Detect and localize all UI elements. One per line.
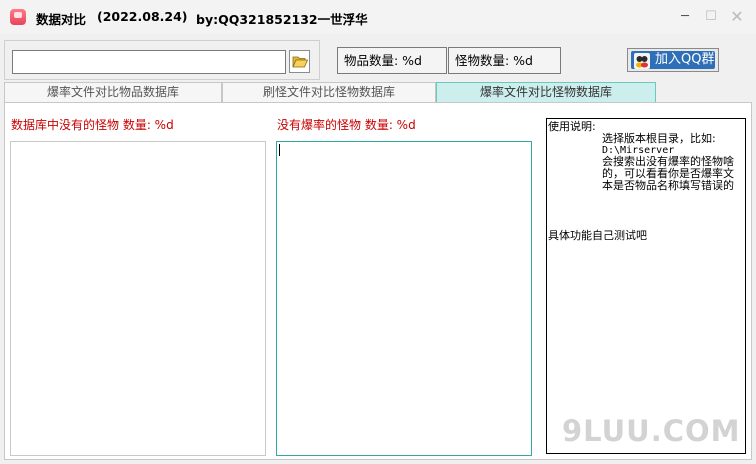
instructions-line: 本是否物品名称填写错误的 [602, 179, 734, 192]
join-qq-group-label: 加入QQ群 [655, 52, 715, 67]
monster-count-display: 怪物数量: %d [448, 47, 561, 74]
tab-drop-vs-item-db[interactable]: 爆率文件对比物品数据库 [4, 82, 222, 102]
instructions-title: 使用说明: [548, 120, 596, 133]
tab-spawn-vs-monster-db[interactable]: 刷怪文件对比怪物数据库 [222, 82, 436, 102]
window-author: by:QQ321852132一世浮华 [196, 12, 368, 27]
no-drop-monsters-list[interactable] [276, 141, 532, 456]
window-date: (2022.08.24) [97, 9, 188, 24]
folder-open-icon [292, 56, 308, 68]
join-qq-group-button[interactable]: 加入QQ群 [627, 48, 719, 72]
app-icon [10, 9, 26, 25]
qq-group-icon [634, 53, 650, 69]
instructions-box[interactable]: 使用说明: 选择版本根目录，比如: D:\Mirserver 会搜索出没有爆率的… [546, 118, 746, 454]
watermark: 9LUU.COM [562, 414, 741, 448]
browse-folder-button[interactable] [289, 50, 310, 73]
maximize-button[interactable]: ☐ [700, 6, 722, 28]
missing-monsters-list[interactable] [10, 141, 266, 456]
window-title: 数据对比 [36, 12, 87, 27]
no-drop-rate-label: 没有爆率的怪物 数量: %d [277, 118, 416, 132]
join-qq-group-button-face: 加入QQ群 [631, 51, 715, 69]
minimize-button[interactable]: ─ [674, 6, 696, 28]
instructions-footer: 具体功能自己测试吧 [548, 229, 647, 242]
title-bar: 数据对比 (2022.08.24) by:QQ321852132一世浮华 ─ ☐… [0, 0, 756, 34]
instructions-line: 选择版本根目录，比如: [602, 132, 716, 145]
tab-drop-vs-monster-db[interactable]: 爆率文件对比怪物数据库 [436, 82, 656, 102]
item-count-display: 物品数量: %d [337, 47, 447, 74]
instructions-line: 会搜索出没有爆率的怪物啥 [602, 155, 734, 168]
missing-in-db-label: 数据库中没有的怪物 数量: %d [11, 118, 174, 132]
text-caret [279, 144, 280, 156]
instructions-line: 的，可以看看你是否爆率文 [602, 167, 734, 180]
directory-path-input[interactable] [12, 50, 286, 74]
close-button[interactable]: ✕ [726, 6, 748, 28]
